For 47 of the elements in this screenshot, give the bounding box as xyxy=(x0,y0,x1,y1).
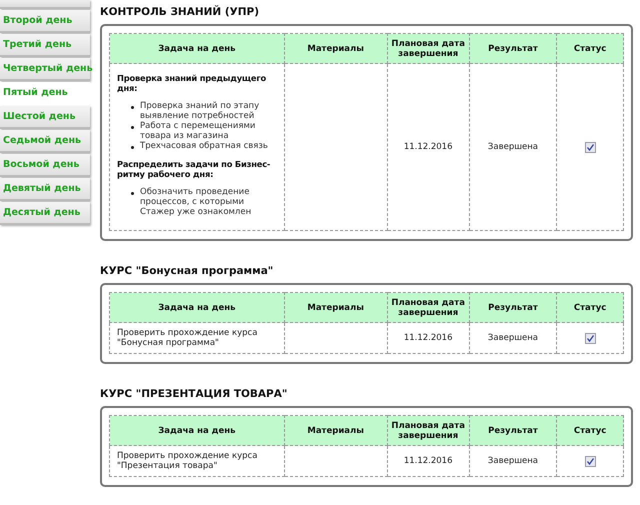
day-menu-item[interactable]: Третий день xyxy=(0,34,90,57)
day-menu-item[interactable]: Второй день xyxy=(0,10,90,33)
result-cell: Завершена xyxy=(488,333,538,343)
date-cell: 11.12.2016 xyxy=(404,456,452,466)
day-menu-item[interactable]: Десятый день xyxy=(0,202,90,225)
column-header: Результат xyxy=(469,416,557,446)
section-title: КУРС "ПРЕЗЕНТАЦИЯ ТОВАРА" xyxy=(100,387,288,402)
task-text: Проверить прохождение курса "Презентация товара" xyxy=(117,451,258,471)
column-header: Результат xyxy=(469,292,557,322)
column-header: Статус xyxy=(556,34,624,64)
column-header: Плановая дата завершения xyxy=(387,34,470,64)
bullet-icon xyxy=(131,146,134,149)
column-header: Задача на день xyxy=(110,34,284,64)
day-menu-item[interactable]: Седьмой день xyxy=(0,130,90,153)
column-header: Материалы xyxy=(284,34,388,64)
column-header: Материалы xyxy=(284,416,388,446)
section-title: КОНТРОЛЬ ЗНАНИЙ (УПР) xyxy=(100,4,260,20)
task-heading: Проверка знаний предыдущего дня: xyxy=(117,73,267,93)
day-menu-item[interactable]: Восьмой день xyxy=(0,154,90,177)
day-menu-item[interactable]: Девятый день xyxy=(0,178,90,201)
column-header: Материалы xyxy=(284,292,388,322)
task-text: Проверить прохождение курса "Бонусная программа" xyxy=(117,328,258,348)
date-cell: 11.12.2016 xyxy=(404,142,452,152)
column-header: Задача на день xyxy=(110,292,284,322)
column-header: Статус xyxy=(556,416,624,446)
status-checkbox[interactable] xyxy=(584,142,596,152)
status-checkbox[interactable] xyxy=(584,332,596,344)
task-item: Обозначить проведение процессов, с которыми Стажер уже ознакомлен xyxy=(140,187,252,217)
day-menu-item[interactable]: Шестой день xyxy=(0,106,90,129)
result-cell: Завершена xyxy=(488,456,538,466)
column-header: Задача на день xyxy=(110,416,284,446)
task-item: Трехчасовая обратная связь xyxy=(140,141,268,151)
bullet-icon xyxy=(131,192,134,195)
date-cell: 11.12.2016 xyxy=(404,333,452,343)
day-menu-item[interactable]: Четвертый день xyxy=(0,58,90,81)
bullet-icon xyxy=(131,126,134,129)
bullet-icon xyxy=(131,106,134,109)
task-heading: Распределить задачи по Бизнес-ритму рабочего дня: xyxy=(117,159,272,179)
column-header: Статус xyxy=(556,292,624,322)
column-header: Плановая дата завершения xyxy=(387,416,470,446)
task-item: Проверка знаний по этапу выявление потребностей xyxy=(140,101,260,121)
section-title: КУРС "Бонусная программа" xyxy=(100,264,274,279)
column-header: Результат xyxy=(469,34,557,64)
status-checkbox[interactable] xyxy=(584,456,596,466)
task-item: Работа с перемещениями товара из магазина xyxy=(140,121,256,141)
column-header: Плановая дата завершения xyxy=(387,292,470,322)
result-cell: Завершена xyxy=(488,142,538,152)
